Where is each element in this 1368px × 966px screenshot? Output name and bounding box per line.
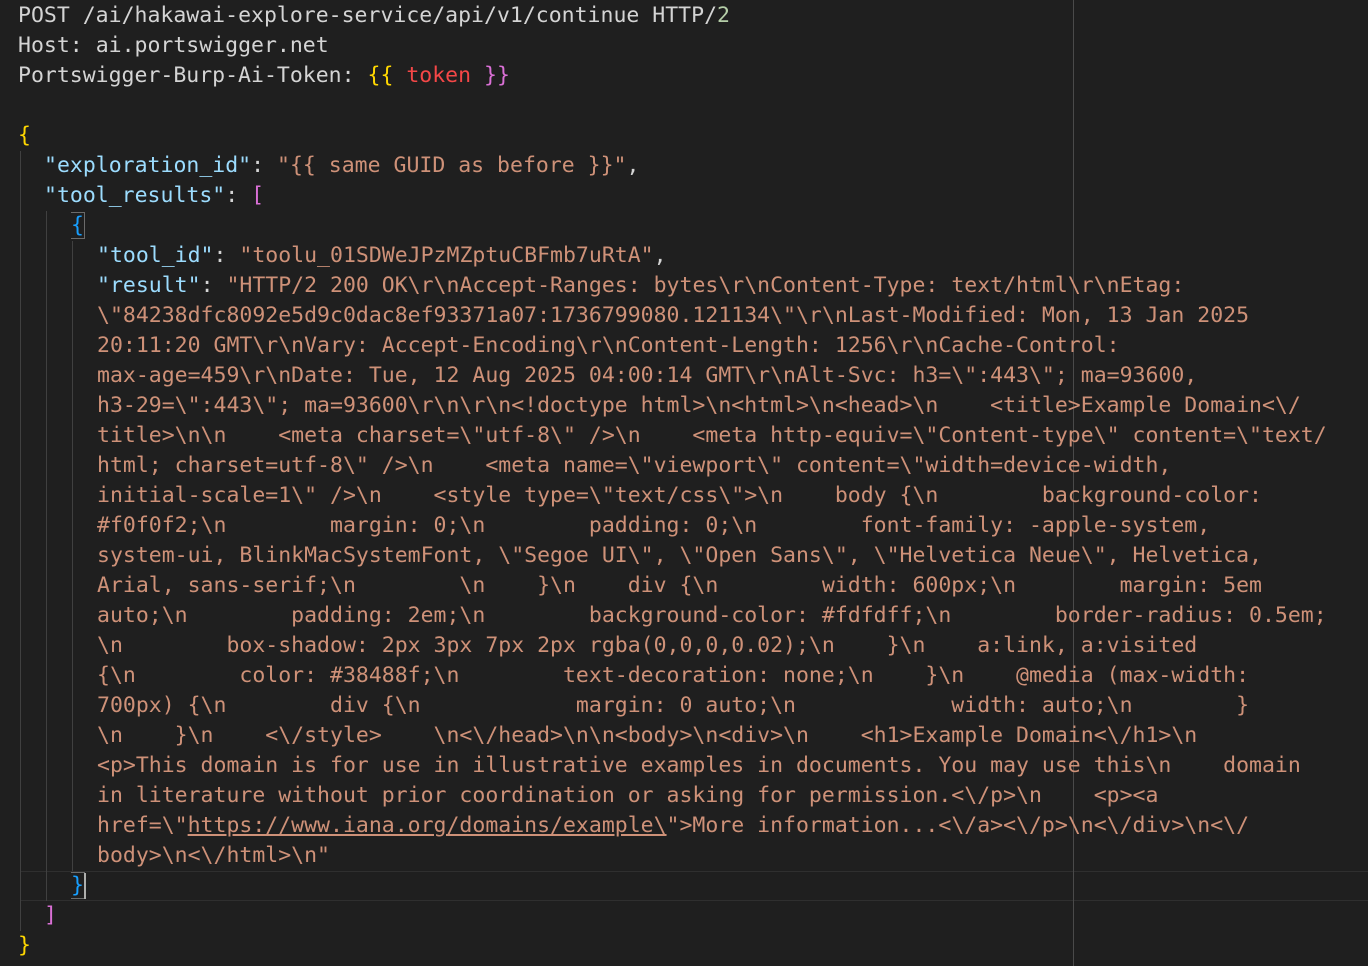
item-open-brace: { [71,212,85,239]
result-value-line: {\n color: #38488f;\n text-decoration: n… [97,663,1250,688]
token-header-name: Portswigger-Burp-Ai-Token: [18,63,355,88]
token-header-line: Portswigger-Burp-Ai-Token: {{ token }} [18,61,1368,91]
indent-guide [20,151,21,931]
result-value-line: "HTTP/2 200 OK\r\nAccept-Ranges: bytes\r… [226,273,1185,298]
protocol-version: 2 [717,3,730,28]
example-url-link[interactable]: https://www.iana.org/domains/example\ [188,813,667,838]
tool-id-key: "tool_id" [97,243,214,268]
result-value-line: 700px) {\n div {\n margin: 0 auto;\n wid… [97,693,1250,718]
item-close-brace: } [71,872,85,899]
indent-guide [72,241,73,871]
link-prefix: href=\" [97,813,188,838]
result-value-line: system-ui, BlinkMacSystemFont, \"Segoe U… [97,543,1262,568]
body-open-line: { [18,121,1368,151]
host-header-name: Host: [18,33,83,58]
result-value-line: \n }\n <\/style> \n<\/head>\n\n<body>\n<… [97,723,1198,748]
template-open: {{ [367,63,394,88]
result-value-line: \"84238dfc8092e5d9c0dac8ef93371a07:17367… [97,303,1250,328]
item-open-line: { [71,211,1368,241]
request-line: POST /ai/hakawai-explore-service/api/v1/… [18,1,1368,31]
result-value-line: initial-scale=1\" />\n <style type=\"tex… [97,483,1262,508]
indent-guide [46,211,47,901]
result-value-line: h3-29=\":443\"; ma=93600\r\n\r\n<!doctyp… [97,393,1301,418]
tool-id-line: "tool_id": "toolu_01SDWeJPzMZptuCBFmb7uR… [97,243,667,268]
tool-results-line: "tool_results": [ [44,183,265,208]
result-value-line: <p>This domain is for use in illustrativ… [97,753,1301,778]
result-value-line: 20:11:20 GMT\r\nVary: Accept-Encoding\r\… [97,333,1120,358]
result-value-line: auto;\n padding: 2em;\n background-color… [97,603,1327,628]
tool-id-value: "toolu_01SDWeJPzMZptuCBFmb7uRtA" [239,243,654,268]
result-value-line: body>\n<\/html>\n" [97,843,330,868]
text-caret [84,873,86,899]
exploration-id-key: "exploration_id" [44,153,252,178]
exploration-id-line: "exploration_id": "{{ same GUID as befor… [44,153,640,178]
token-variable: token [406,63,472,88]
result-value-line: Arial, sans-serif;\n \n }\n div {\n widt… [97,573,1262,598]
open-brace: { [18,123,31,148]
item-close-line: } [71,871,1368,901]
result-value-line: in literature without prior coordination… [97,783,1159,808]
close-bracket: ] [44,903,57,928]
result-value-line: title>\n\n <meta charset=\"utf-8\" />\n … [97,423,1327,448]
result-key: "result" [97,273,201,298]
result-value-line: max-age=459\r\nDate: Tue, 12 Aug 2025 04… [97,363,1198,388]
body-close-line: } [18,931,1368,961]
result-value-line: html; charset=utf-8\" />\n <meta name=\"… [97,453,1172,478]
result-value-line: \n box-shadow: 2px 3px 7px 2px rgba(0,0,… [97,633,1198,658]
tool-results-key: "tool_results" [44,183,226,208]
request-path: /ai/hakawai-explore-service/api/v1/conti… [82,3,640,28]
protocol: HTTP/ [652,3,718,28]
open-bracket: [ [251,183,265,208]
http-method: POST [18,3,70,28]
close-brace: } [18,933,31,958]
template-close: }} [484,63,510,88]
array-close-line: ] [44,901,1368,931]
result-value-line: #f0f0f2;\n margin: 0;\n padding: 0;\n fo… [97,513,1211,538]
host-header-line: Host: ai.portswigger.net [18,31,1368,61]
host-header-value: ai.portswigger.net [95,33,329,58]
exploration-id-value: "{{ same GUID as before }}" [277,153,627,178]
result-line: "result": "HTTP/2 200 OK\r\nAccept-Range… [97,273,1185,298]
link-suffix: ">More information...<\/a><\/p>\n<\/div>… [666,813,1250,838]
code-editor[interactable]: POST /ai/hakawai-explore-service/api/v1/… [0,0,1368,966]
result-link-line: href=\"https://www.iana.org/domains/exam… [97,811,1368,841]
